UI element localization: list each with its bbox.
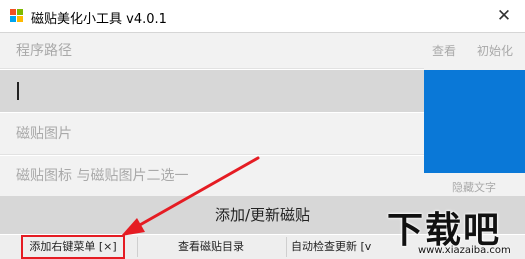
watermark-url: www.xiazaiba.com xyxy=(418,245,511,256)
